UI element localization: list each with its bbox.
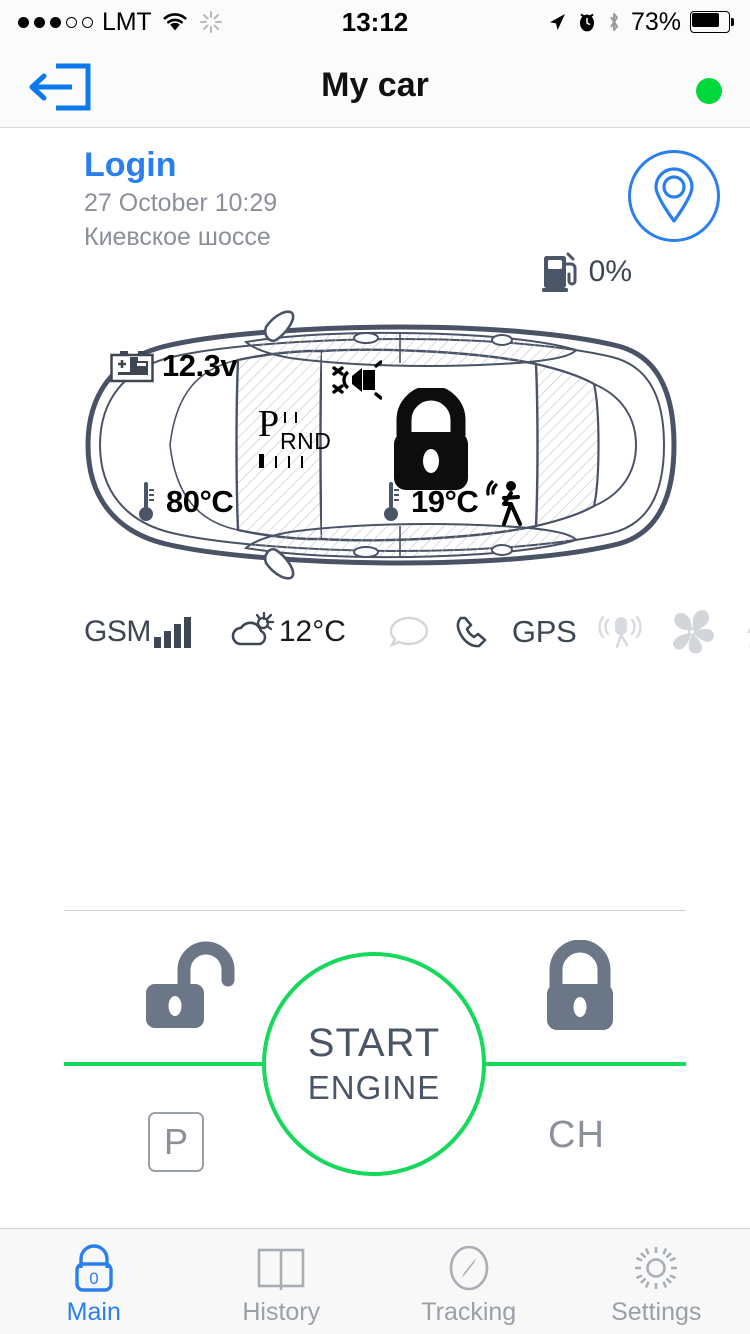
fan-status	[668, 608, 716, 656]
gear-selected-label: P	[258, 403, 280, 445]
shock-sensor-indicator	[478, 478, 530, 528]
tab-history[interactable]: History	[188, 1229, 376, 1334]
call-status	[452, 612, 494, 652]
padlock-closed-icon	[547, 939, 613, 1030]
fuel-pump-icon	[541, 252, 577, 292]
battery-icon	[690, 11, 734, 33]
connection-status-indicator	[696, 78, 722, 104]
gsm-signal-icon	[153, 616, 191, 648]
gear-positions-label: RND	[280, 428, 332, 454]
tab-main-label: Main	[66, 1298, 121, 1326]
fuel-level-indicator: 0%	[541, 250, 632, 294]
app-root: LMT 13:12 73% My car Login 27 October 10…	[0, 0, 750, 1334]
svg-text:0: 0	[89, 1269, 98, 1288]
ios-status-bar: LMT 13:12 73%	[0, 0, 750, 44]
status-bar-right: 73%	[546, 8, 734, 37]
map-location-button[interactable]	[628, 150, 720, 242]
channel-button[interactable]: CH	[548, 1114, 605, 1157]
tab-tracking-label: Tracking	[421, 1298, 517, 1326]
beacon-antenna-icon	[598, 615, 643, 649]
weather-status: 12°C	[229, 610, 346, 654]
car-top-view-illustration	[85, 310, 677, 580]
gear-ticks-top	[284, 412, 297, 423]
page-title: My car	[321, 66, 429, 104]
cloud-sun-icon	[231, 611, 274, 646]
gsm-label: GSM	[84, 615, 151, 648]
heater-status	[742, 609, 750, 655]
lock-zero-icon: 0	[71, 1242, 117, 1294]
engine-temperature-value: 80°C	[166, 484, 234, 519]
sms-bubble-icon	[389, 616, 429, 648]
bottom-tab-bar: 0 Main History Tracking Settings	[0, 1228, 750, 1334]
gear-selector-indicator: P RND	[258, 403, 332, 472]
last-event-block: Login 27 October 10:29 Киевское шоссе	[84, 144, 277, 254]
alarm-clock-icon	[579, 13, 594, 32]
map-pin-icon	[654, 167, 694, 223]
location-arrow-icon	[549, 14, 565, 30]
compass-icon	[445, 1242, 493, 1294]
tab-settings-label: Settings	[611, 1298, 702, 1326]
siren-status-indicator	[330, 358, 382, 402]
thermometer-icon	[139, 482, 154, 521]
phone-handset-icon	[456, 616, 487, 648]
battery-voltage-value: 12.3v	[162, 348, 238, 383]
siren-muted-icon	[332, 360, 382, 400]
heater-arrows-icon	[747, 628, 750, 633]
navigation-bar: My car	[0, 44, 750, 128]
lock-button[interactable]	[542, 939, 618, 1041]
sms-status	[388, 614, 430, 650]
tab-settings[interactable]: Settings	[563, 1229, 750, 1334]
tab-tracking[interactable]: Tracking	[375, 1229, 563, 1334]
central-lock-status	[388, 388, 474, 494]
vehicle-status-row: GSM 12°C GPS	[84, 604, 750, 660]
parking-mode-button[interactable]: P	[148, 1112, 204, 1172]
battery-percent-label: 73%	[630, 7, 681, 36]
battery-voltage-indicator: 12.3v	[110, 348, 238, 384]
weather-temperature: 12°C	[278, 615, 346, 648]
tab-history-label: History	[242, 1298, 321, 1326]
start-engine-line2: ENGINE	[307, 1069, 441, 1106]
start-engine-line1: START	[307, 1021, 441, 1065]
car-battery-icon	[110, 351, 154, 383]
fuel-level-value: 0%	[588, 255, 632, 288]
car-diagram: 12.3v 80°C 19°C P RND	[70, 300, 690, 590]
padlock-open-icon	[146, 941, 235, 1028]
gps-label: GPS	[511, 614, 577, 649]
last-event-address: Киевское шоссе	[84, 223, 271, 251]
tab-main[interactable]: 0 Main	[0, 1229, 188, 1334]
gear-icon	[630, 1242, 682, 1294]
engine-temperature-indicator: 80°C	[135, 480, 234, 524]
shock-sensor-icon	[486, 480, 522, 526]
gear-ticks-bottom	[259, 454, 303, 468]
last-event-datetime: 27 October 10:29	[84, 189, 278, 217]
fan-icon	[673, 610, 715, 654]
gsm-status: GSM	[84, 615, 191, 649]
book-icon	[255, 1242, 307, 1294]
padlock-closed-icon	[394, 388, 468, 490]
start-engine-button[interactable]: START ENGINE	[262, 952, 486, 1176]
unlock-button[interactable]	[140, 940, 256, 1041]
controls-divider	[64, 910, 686, 911]
beacon-status	[596, 611, 644, 653]
bluetooth-icon	[610, 13, 618, 31]
last-event-title: Login	[84, 146, 177, 184]
